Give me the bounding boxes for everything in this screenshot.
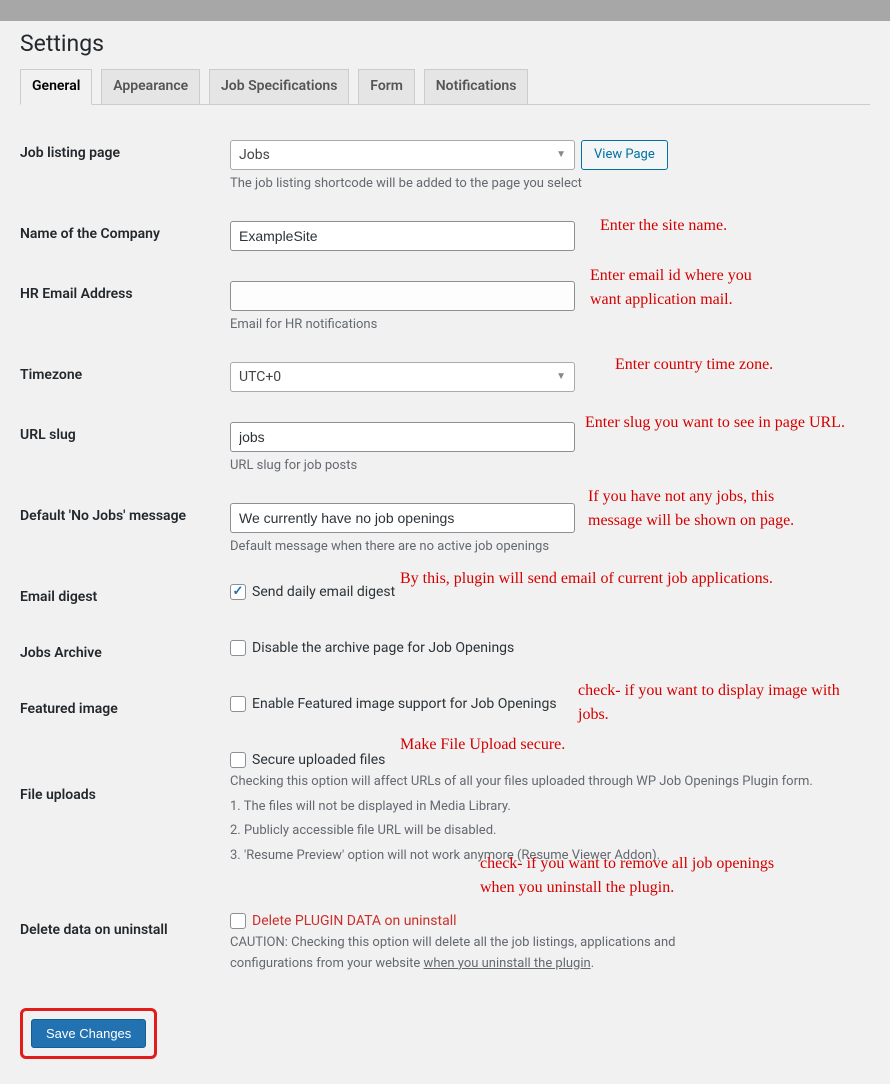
annotation-email-digest: By this, plugin will send email of curre… [400, 567, 773, 591]
label-delete-data: Delete data on uninstall [20, 882, 230, 990]
timezone-value: UTC+0 [239, 369, 281, 385]
jobs-archive-checkbox[interactable] [230, 640, 246, 656]
no-jobs-input[interactable] [230, 503, 575, 533]
email-digest-cb-label: Send daily email digest [252, 584, 395, 600]
email-digest-checkbox[interactable] [230, 584, 246, 600]
label-job-listing: Job listing page [20, 125, 230, 206]
tab-notifications[interactable]: Notifications [424, 69, 529, 105]
annotation-no-jobs: If you have not any jobs, this message w… [588, 485, 794, 533]
timezone-select[interactable]: UTC+0 ▼ [230, 362, 575, 392]
annotation-url-slug: Enter slug you want to see in page URL. [585, 411, 845, 435]
file-uploads-cb-label: Secure uploaded files [252, 752, 385, 768]
url-slug-input[interactable] [230, 422, 575, 452]
delete-data-checkbox[interactable] [230, 913, 246, 929]
file-uploads-desc-2: 2. Publicly accessible file URL will be … [230, 821, 870, 842]
file-uploads-desc-intro: Checking this option will affect URLs of… [230, 772, 870, 793]
file-uploads-desc-1: 1. The files will not be displayed in Me… [230, 797, 870, 818]
label-email-digest: Email digest [20, 569, 230, 625]
url-slug-description: URL slug for job posts [230, 458, 870, 473]
annotation-file-uploads: Make File Upload secure. [400, 733, 565, 757]
annotation-timezone: Enter country time zone. [615, 353, 773, 377]
no-jobs-description: Default message when there are no active… [230, 539, 870, 554]
jobs-archive-cb-label: Disable the archive page for Job Opening… [252, 640, 514, 656]
annotation-company-name: Enter the site name. [600, 214, 727, 238]
label-company-name: Name of the Company [20, 206, 230, 266]
hr-email-input[interactable] [230, 281, 575, 311]
tabs: General Appearance Job Specifications Fo… [20, 69, 870, 105]
chevron-down-icon: ▼ [556, 371, 566, 382]
tab-appearance[interactable]: Appearance [101, 69, 200, 105]
label-jobs-archive: Jobs Archive [20, 625, 230, 681]
job-listing-description: The job listing shortcode will be added … [230, 176, 870, 191]
company-name-input[interactable] [230, 221, 575, 251]
chevron-down-icon: ▼ [556, 149, 566, 160]
delete-data-caution: CAUTION: Checking this option will delet… [230, 933, 710, 975]
hr-email-description: Email for HR notifications [230, 317, 870, 332]
delete-data-cb-label: Delete PLUGIN DATA on uninstall [252, 913, 457, 929]
tab-job-specifications[interactable]: Job Specifications [209, 69, 349, 105]
page-title: Settings [20, 21, 870, 69]
label-url-slug: URL slug [20, 407, 230, 488]
label-timezone: Timezone [20, 347, 230, 407]
annotation-featured-image: check- if you want to display image with… [578, 679, 870, 727]
label-featured-image: Featured image [20, 681, 230, 737]
featured-image-cb-label: Enable Featured image support for Job Op… [252, 696, 557, 712]
save-highlight-box: Save Changes [20, 1008, 157, 1059]
save-changes-button[interactable]: Save Changes [31, 1019, 146, 1048]
job-listing-select[interactable]: Jobs ▼ [230, 140, 575, 170]
featured-image-checkbox[interactable] [230, 696, 246, 712]
top-bar [0, 0, 890, 21]
label-no-jobs: Default 'No Jobs' message [20, 488, 230, 569]
tab-form[interactable]: Form [358, 69, 415, 105]
view-page-button[interactable]: View Page [581, 140, 668, 170]
annotation-delete-data: check- if you want to remove all job ope… [480, 852, 774, 900]
label-file-uploads: File uploads [20, 737, 230, 882]
annotation-hr-email: Enter email id where you want applicatio… [590, 264, 752, 312]
file-uploads-checkbox[interactable] [230, 752, 246, 768]
tab-general[interactable]: General [20, 69, 92, 105]
label-hr-email: HR Email Address [20, 266, 230, 347]
job-listing-value: Jobs [239, 147, 270, 163]
delete-caution-link[interactable]: when you uninstall the plugin [424, 956, 591, 971]
